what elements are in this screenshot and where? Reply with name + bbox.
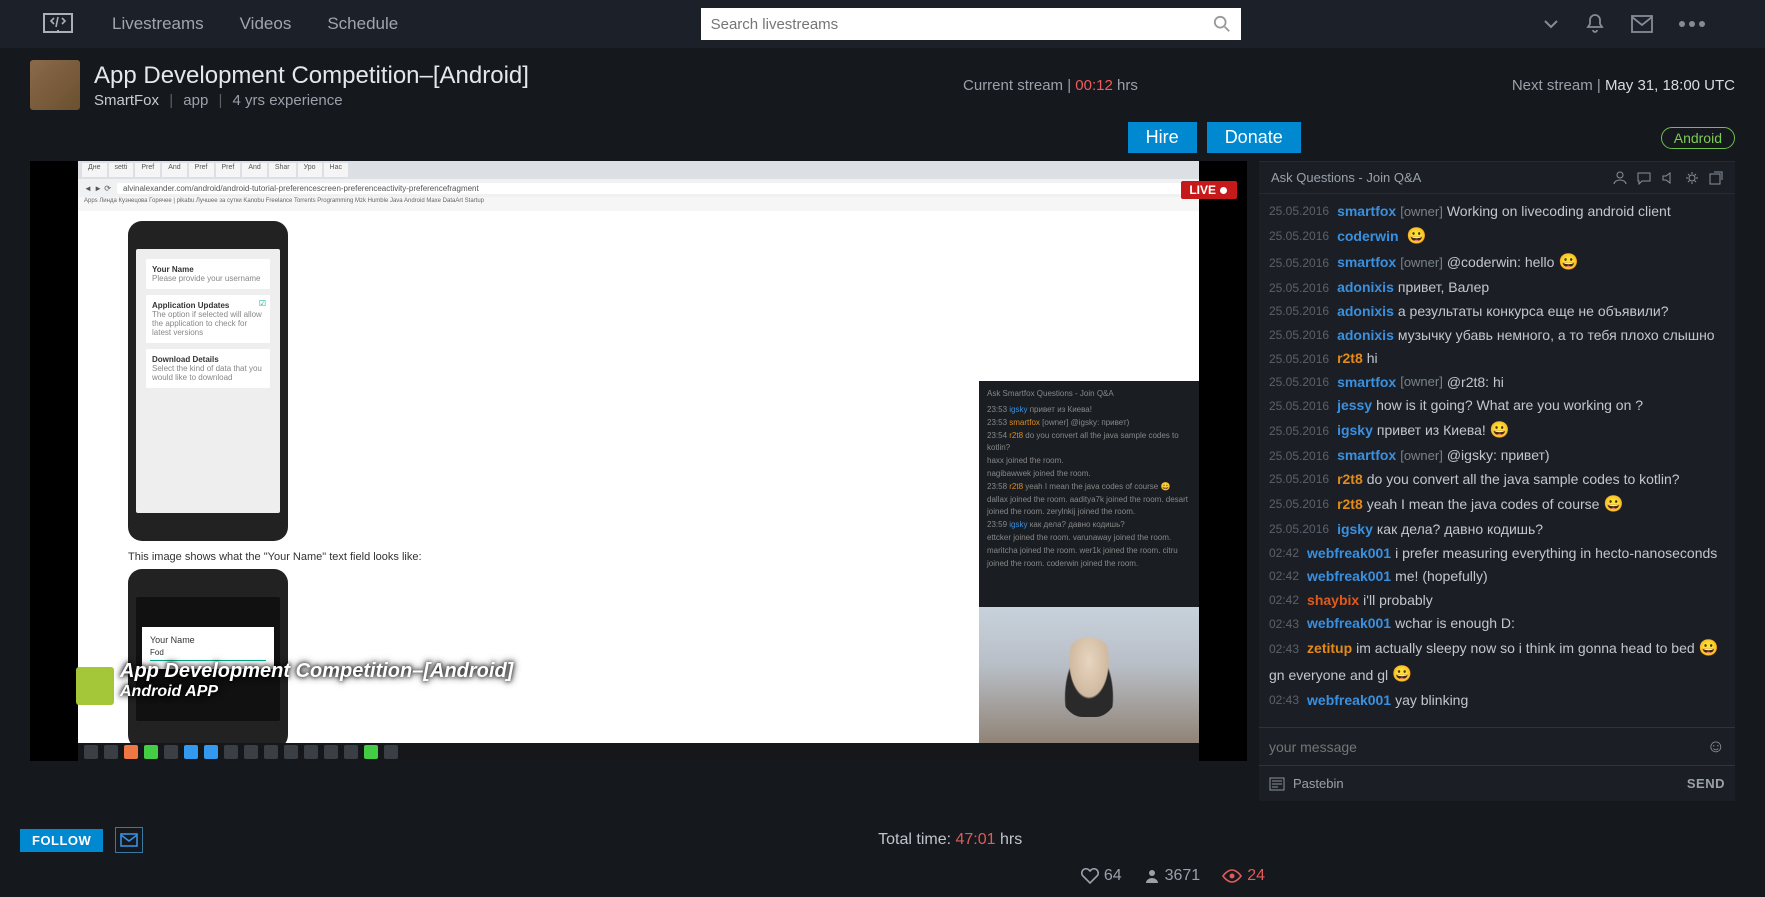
screencast-side-chat: Ask Smartfox Questions - Join Q&A 23:53 … <box>979 381 1199 611</box>
total-time: Total time: 47:01 hrs <box>878 831 1022 849</box>
nav-videos[interactable]: Videos <box>240 14 292 34</box>
chat-user[interactable]: jessy <box>1337 396 1372 416</box>
chat-bubble-icon[interactable] <box>1637 171 1651 185</box>
chevron-down-icon[interactable] <box>1543 16 1559 32</box>
chat-message: 25.05.2016adonixis привет, Валер <box>1269 278 1725 298</box>
stream-title: App Development Competition–[Android] <box>94 62 529 90</box>
search-input[interactable] <box>711 16 1213 33</box>
donate-button[interactable]: Donate <box>1207 122 1301 153</box>
chat-user[interactable]: adonixis <box>1337 326 1394 346</box>
bell-icon[interactable] <box>1585 13 1605 35</box>
viewers-stat: 3671 <box>1144 867 1201 885</box>
nav-schedule[interactable]: Schedule <box>327 14 398 34</box>
hire-button[interactable]: Hire <box>1128 122 1197 153</box>
mute-icon[interactable] <box>1661 171 1675 185</box>
webcam-feed <box>979 607 1199 755</box>
site-logo[interactable] <box>40 10 76 38</box>
next-stream-time: Next stream | May 31, 18:00 UTC <box>1512 77 1735 94</box>
user-icon[interactable] <box>1613 171 1627 185</box>
search-icon[interactable] <box>1213 15 1231 33</box>
chat-messages[interactable]: 25.05.2016smartfox [owner] Working on li… <box>1259 194 1735 727</box>
chat-message: 25.05.2016r2t8 yeah I mean the java code… <box>1269 494 1725 516</box>
overlay-title: App Development Competition–[Android] An… <box>120 660 513 701</box>
current-stream-time: Current stream | 00:12 hrs <box>963 77 1138 94</box>
chat-message: 02:42webfreak001 i prefer measuring ever… <box>1269 544 1725 564</box>
chat-user[interactable]: webfreak001 <box>1307 567 1391 587</box>
chat-user[interactable]: igsky <box>1337 520 1373 540</box>
chat-message: 25.05.2016r2t8 do you convert all the ja… <box>1269 470 1725 490</box>
chat-user[interactable]: igsky <box>1337 421 1373 441</box>
chat-panel: Ask Questions - Join Q&A 25.05.2016smart… <box>1259 161 1735 801</box>
streamer-avatar[interactable] <box>30 60 80 110</box>
chat-message: 02:42webfreak001 me! (hopefully) <box>1269 567 1725 587</box>
pastebin-link[interactable]: Pastebin <box>1293 776 1344 791</box>
chat-user[interactable]: shaybix <box>1307 591 1359 611</box>
chat-message: 25.05.2016smartfox [owner] @igsky: приве… <box>1269 446 1725 466</box>
message-button[interactable] <box>115 827 143 853</box>
follow-button[interactable]: FOLLOW <box>20 829 103 852</box>
chat-user[interactable]: webfreak001 <box>1307 614 1391 634</box>
views-stat: 24 <box>1222 867 1265 885</box>
nav-livestreams[interactable]: Livestreams <box>112 14 204 34</box>
chat-message: 02:43zetitup im actually sleepy now so i… <box>1269 638 1725 687</box>
chat-user[interactable]: zetitup <box>1307 639 1352 659</box>
chat-user[interactable]: smartfox <box>1337 373 1396 393</box>
chat-message: 25.05.2016adonixis а результаты конкурса… <box>1269 302 1725 322</box>
chat-header-title: Ask Questions - Join Q&A <box>1271 170 1421 185</box>
chat-user[interactable]: webfreak001 <box>1307 544 1391 564</box>
more-icon[interactable] <box>1679 21 1705 27</box>
stream-subtitle: SmartFox | app | 4 yrs experience <box>94 92 529 109</box>
chat-message: 02:43webfreak001 wchar is enough D: <box>1269 614 1725 634</box>
windows-taskbar <box>78 743 1199 761</box>
chat-message: 25.05.2016coderwin 😀 <box>1269 226 1725 248</box>
chat-user[interactable]: smartfox <box>1337 202 1396 222</box>
chat-message: 25.05.2016smartfox [owner] @r2t8: hi <box>1269 373 1725 393</box>
chat-user[interactable]: webfreak001 <box>1307 691 1391 711</box>
chat-user[interactable]: smartfox <box>1337 253 1396 273</box>
search-box[interactable] <box>701 8 1241 40</box>
emoji-picker-icon[interactable]: ☺ <box>1707 736 1725 757</box>
chat-user[interactable]: coderwin <box>1337 227 1398 247</box>
tag-android[interactable]: Android <box>1661 127 1735 149</box>
chat-user[interactable]: r2t8 <box>1337 495 1363 515</box>
chat-user[interactable]: smartfox <box>1337 446 1396 466</box>
popout-icon[interactable] <box>1709 171 1723 185</box>
settings-icon[interactable] <box>1685 171 1699 185</box>
send-button[interactable]: SEND <box>1687 776 1725 791</box>
chat-user[interactable]: r2t8 <box>1337 470 1363 490</box>
video-player[interactable]: ДнеsettiPrefAndPrefPrefAndSharУроНас ◄ ►… <box>30 161 1247 761</box>
streamer-name[interactable]: SmartFox <box>94 92 159 109</box>
chat-message: 02:42shaybix i'll probably <box>1269 591 1725 611</box>
chat-message: 25.05.2016igsky привет из Киева!😀 <box>1269 420 1725 442</box>
likes-stat[interactable]: 64 <box>1081 867 1122 885</box>
pastebin-icon[interactable] <box>1269 777 1285 791</box>
android-app-icon <box>76 667 114 705</box>
chat-user[interactable]: adonixis <box>1337 278 1394 298</box>
chat-message: 25.05.2016r2t8 hi <box>1269 349 1725 369</box>
chat-message: 02:43webfreak001 yay blinking <box>1269 691 1725 711</box>
chat-message: 25.05.2016smartfox [owner] @coderwin: he… <box>1269 252 1725 274</box>
chat-user[interactable]: r2t8 <box>1337 349 1363 369</box>
chat-user[interactable]: adonixis <box>1337 302 1394 322</box>
live-badge: LIVE <box>1181 181 1237 199</box>
chat-message: 25.05.2016jessy how is it going? What ar… <box>1269 396 1725 416</box>
chat-message: 25.05.2016adonixis музычку убавь немного… <box>1269 326 1725 346</box>
chat-input[interactable] <box>1269 739 1699 755</box>
chat-message: 25.05.2016smartfox [owner] Working on li… <box>1269 202 1725 222</box>
mail-icon[interactable] <box>1631 15 1653 33</box>
chat-message: 25.05.2016igsky как дела? давно кодишь? <box>1269 520 1725 540</box>
